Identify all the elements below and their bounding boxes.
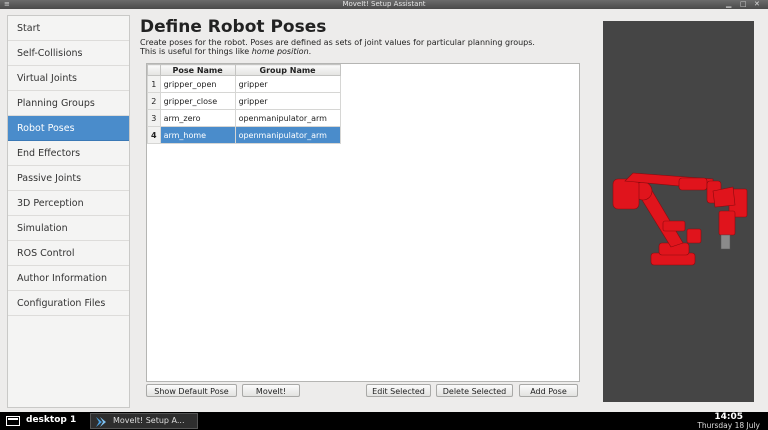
robot-model <box>612 172 748 266</box>
moveit-app-icon <box>96 417 106 427</box>
description-line-2: This is useful for things like home posi… <box>140 47 535 56</box>
sidebar-item-virtual-joints[interactable]: Virtual Joints <box>8 66 129 91</box>
moveit-button[interactable]: MoveIt! <box>242 384 300 397</box>
taskbar-window-button[interactable]: MoveIt! Setup A... <box>90 413 198 429</box>
pose-name-cell[interactable]: gripper_close <box>159 92 236 110</box>
row-number-header <box>147 64 161 76</box>
window-titlebar[interactable]: ≡ MoveIt! Setup Assistant ▁ □ ✕ <box>0 0 768 9</box>
window-menu-icon[interactable]: ≡ <box>4 0 10 9</box>
sidebar-item-author-information[interactable]: Author Information <box>8 266 129 291</box>
sidebar-item-configuration-files[interactable]: Configuration Files <box>8 291 129 316</box>
window-title: MoveIt! Setup Assistant <box>342 0 426 8</box>
group-name-cell[interactable]: openmanipulator_arm <box>234 109 341 127</box>
sidebar-item-robot-poses[interactable]: Robot Poses <box>8 116 129 141</box>
sidebar-item-ros-control[interactable]: ROS Control <box>8 241 129 266</box>
add-pose-button[interactable]: Add Pose <box>519 384 578 397</box>
maximize-icon[interactable]: □ <box>740 0 747 9</box>
delete-selected-button[interactable]: Delete Selected <box>436 384 513 397</box>
clock-date: Thursday 18 July <box>697 421 760 430</box>
taskbar: desktop 1 MoveIt! Setup A... 14:05 Thurs… <box>0 412 768 430</box>
group-name-column-header[interactable]: Group Name <box>234 64 341 76</box>
sidebar-item-end-effectors[interactable]: End Effectors <box>8 141 129 166</box>
close-icon[interactable]: ✕ <box>754 0 760 9</box>
page-title: Define Robot Poses <box>140 17 327 37</box>
poses-table[interactable]: Pose Name Group Name 1 gripper_open grip… <box>146 63 580 382</box>
pose-name-cell[interactable]: gripper_open <box>159 75 236 93</box>
sidebar: Start Self-Collisions Virtual Joints Pla… <box>7 15 130 408</box>
sidebar-item-start[interactable]: Start <box>8 16 129 41</box>
description-emphasis: home position <box>251 47 309 56</box>
show-default-pose-button[interactable]: Show Default Pose <box>146 384 237 397</box>
pose-name-column-header[interactable]: Pose Name <box>159 64 236 76</box>
table-row[interactable]: 1 gripper_open gripper <box>147 75 341 93</box>
row-number[interactable]: 1 <box>147 75 161 93</box>
row-number[interactable]: 3 <box>147 109 161 127</box>
desktop-switcher-icon[interactable] <box>6 416 20 426</box>
minimize-icon[interactable]: ▁ <box>726 0 731 9</box>
group-name-cell[interactable]: openmanipulator_arm <box>234 126 341 144</box>
pose-name-cell[interactable]: arm_zero <box>159 109 236 127</box>
page-description: Create poses for the robot. Poses are de… <box>140 38 535 56</box>
sidebar-item-simulation[interactable]: Simulation <box>8 216 129 241</box>
description-line-1: Create poses for the robot. Poses are de… <box>140 38 535 47</box>
sidebar-item-3d-perception[interactable]: 3D Perception <box>8 191 129 216</box>
row-number[interactable]: 4 <box>147 126 161 144</box>
group-name-cell[interactable]: gripper <box>234 92 341 110</box>
row-number[interactable]: 2 <box>147 92 161 110</box>
sidebar-item-self-collisions[interactable]: Self-Collisions <box>8 41 129 66</box>
table-row[interactable]: 3 arm_zero openmanipulator_arm <box>147 109 341 127</box>
pose-name-cell[interactable]: arm_home <box>159 126 236 144</box>
description-suffix: . <box>308 47 312 56</box>
edit-selected-button[interactable]: Edit Selected <box>366 384 431 397</box>
desktop-label[interactable]: desktop 1 <box>26 415 76 425</box>
table-header-row: Pose Name Group Name <box>147 64 341 76</box>
sidebar-item-planning-groups[interactable]: Planning Groups <box>8 91 129 116</box>
description-prefix: This is useful for things like <box>140 47 252 56</box>
table-row[interactable]: 2 gripper_close gripper <box>147 92 341 110</box>
group-name-cell[interactable]: gripper <box>234 75 341 93</box>
table-row[interactable]: 4 arm_home openmanipulator_arm <box>147 126 341 144</box>
robot-3d-viewport[interactable] <box>603 21 754 402</box>
taskbar-window-label: MoveIt! Setup A... <box>113 416 185 425</box>
sidebar-item-passive-joints[interactable]: Passive Joints <box>8 166 129 191</box>
